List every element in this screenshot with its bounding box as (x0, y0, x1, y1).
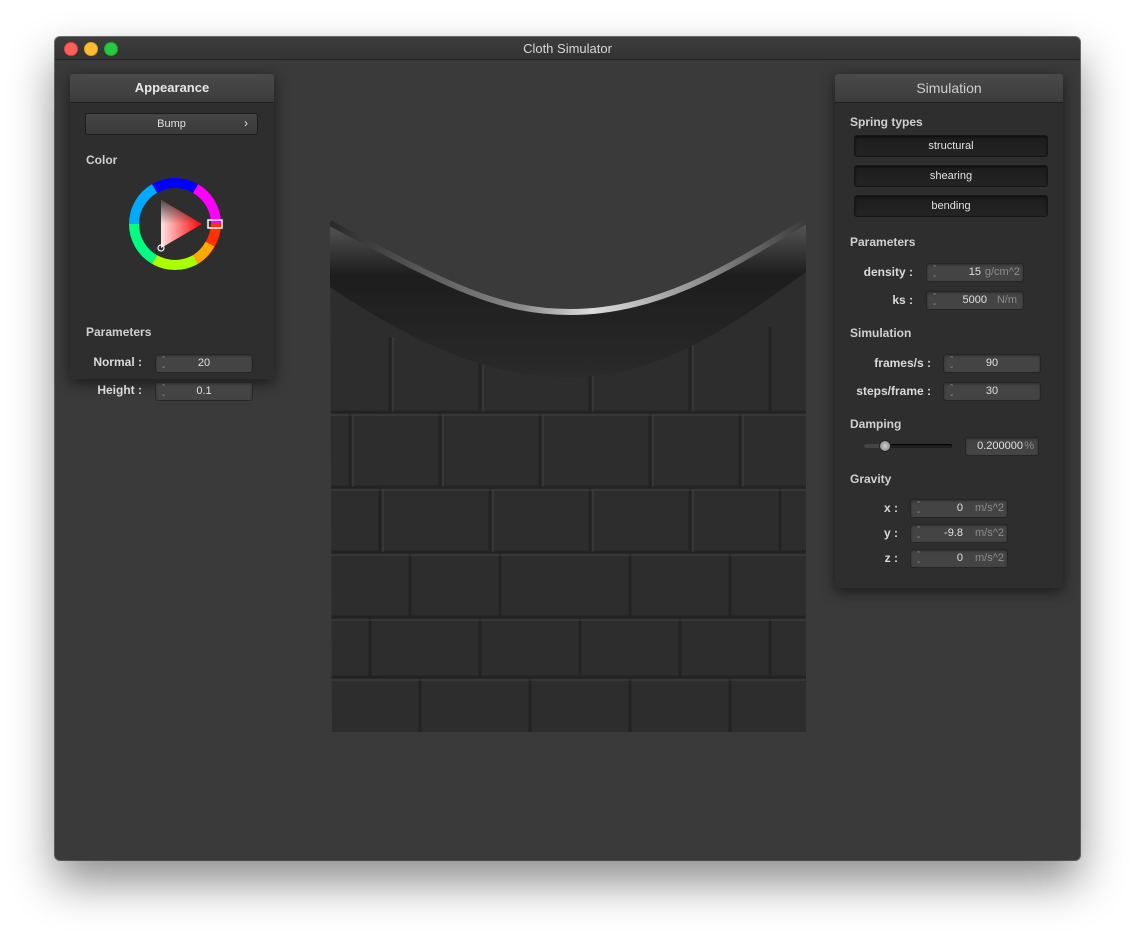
window-title: Cloth Simulator (523, 41, 612, 56)
cloth-viewport[interactable] (328, 217, 810, 742)
gravity-z-input[interactable]: ⌃ ⌄ 0 m/s^2 (910, 549, 1008, 568)
gravity-x-value: 0 (956, 502, 963, 514)
shader-label: Bump (157, 118, 186, 130)
spring-types-label: Spring types (850, 115, 923, 129)
normal-value: 20 (197, 357, 211, 369)
chevron-right-icon: › (244, 116, 248, 130)
ks-input[interactable]: ⌃ ⌄ 5000 N/m (926, 291, 1024, 310)
simulation-section-label: Simulation (850, 326, 912, 340)
damping-slider-knob[interactable] (879, 440, 892, 452)
stepper-icon[interactable]: ⌃ ⌄ (915, 501, 922, 515)
fps-value: 90 (985, 357, 999, 369)
normal-label: Normal : (93, 355, 142, 369)
gravity-y-unit: m/s^2 (975, 527, 1004, 539)
stepper-icon[interactable]: ⌃ ⌄ (915, 526, 922, 540)
app-window: Cloth Simulator Appearance Bump › Color … (55, 37, 1080, 860)
gravity-y-value: -9.8 (944, 527, 963, 539)
fps-label: frames/s : (874, 356, 931, 370)
density-input[interactable]: ⌃ ⌄ 15 g/cm^2 (926, 263, 1024, 282)
bending-toggle[interactable]: bending (854, 195, 1048, 217)
gravity-z-label: z : (884, 551, 898, 565)
fps-input[interactable]: ⌃ ⌄ 90 (943, 354, 1041, 373)
density-value: 15 (968, 266, 981, 278)
color-wheel[interactable] (125, 174, 225, 274)
stepper-icon[interactable]: ⌃ ⌄ (931, 265, 938, 279)
sim-parameters-label: Parameters (850, 235, 916, 249)
gravity-z-value: 0 (956, 552, 963, 564)
appearance-params-label: Parameters (86, 325, 152, 339)
appearance-panel: Appearance Bump › Color Parameters Norma… (70, 74, 274, 401)
damping-label: Damping (850, 417, 902, 431)
structural-toggle[interactable]: structural (854, 135, 1048, 157)
ks-unit: N/m (996, 294, 1017, 306)
gravity-x-label: x : (883, 501, 898, 515)
gravity-y-input[interactable]: ⌃ ⌄ -9.8 m/s^2 (910, 524, 1008, 543)
height-value: 0.1 (196, 385, 212, 397)
steps-value: 30 (985, 385, 999, 397)
normal-input[interactable]: ⌃ ⌄ 20 (155, 354, 253, 373)
simulation-title: Simulation (835, 74, 1063, 103)
ks-value: 5000 (962, 294, 987, 306)
ks-label: ks : (892, 293, 913, 307)
cloth-render[interactable] (328, 217, 810, 737)
height-input[interactable]: ⌃ ⌄ 0.1 (155, 382, 253, 401)
shader-dropdown-button[interactable]: Bump › (85, 113, 258, 135)
height-label: Height : (97, 383, 142, 397)
stepper-icon[interactable]: ⌃ ⌄ (931, 293, 938, 307)
appearance-title: Appearance (70, 74, 274, 103)
damping-unit: % (1024, 440, 1034, 452)
gravity-x-input[interactable]: ⌃ ⌄ 0 m/s^2 (910, 499, 1008, 518)
title-bar[interactable]: Cloth Simulator (55, 37, 1080, 60)
steps-label: steps/frame : (856, 384, 931, 398)
damping-slider[interactable] (864, 439, 952, 453)
shearing-toggle[interactable]: shearing (854, 165, 1048, 187)
steps-input[interactable]: ⌃ ⌄ 30 (943, 382, 1041, 401)
damping-input[interactable]: 0.200000 % (965, 437, 1039, 456)
simulation-panel: Simulation Spring types structural shear… (835, 74, 1063, 588)
damping-value: 0.200000 (977, 440, 1023, 452)
density-label: density : (863, 265, 913, 279)
density-unit: g/cm^2 (984, 266, 1020, 278)
gravity-z-unit: m/s^2 (975, 552, 1004, 564)
color-section-label: Color (86, 153, 118, 167)
gravity-label: Gravity (850, 472, 892, 486)
stepper-icon[interactable]: ⌃ ⌄ (915, 551, 922, 565)
gravity-y-label: y : (883, 526, 898, 540)
gravity-x-unit: m/s^2 (975, 502, 1004, 514)
